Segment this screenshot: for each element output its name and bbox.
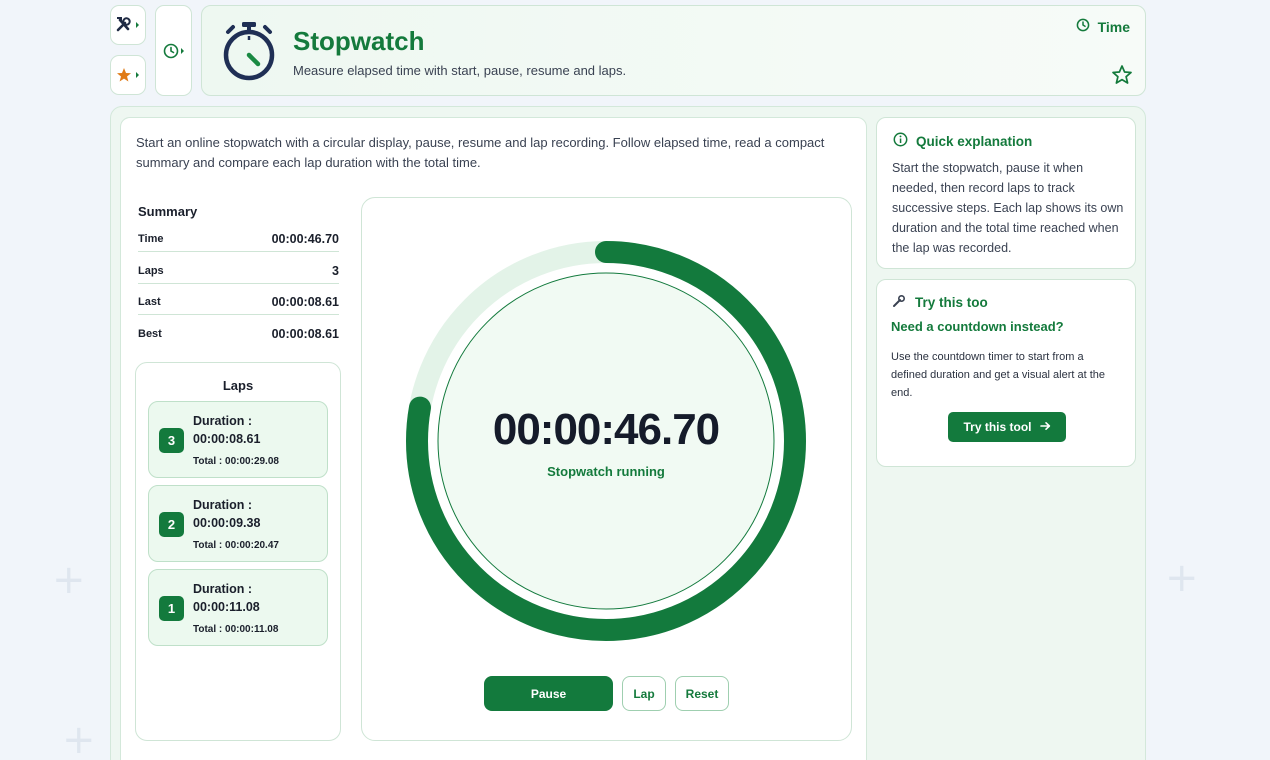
lap-duration-label: Duration :: [193, 414, 253, 428]
try-this-tool-button[interactable]: Try this tool: [948, 412, 1066, 442]
lap-total: Total : 00:00:20.47: [193, 540, 279, 551]
summary-value: 00:00:08.61: [271, 327, 339, 341]
star-outline-icon: [1111, 65, 1133, 90]
stopwatch-icon: [220, 20, 278, 87]
wrench-icon: [891, 293, 907, 312]
lap-number-badge: 1: [159, 596, 184, 621]
lap-duration-label: Duration :: [193, 498, 253, 512]
try-this-card: Try this too Need a countdown instead? U…: [876, 279, 1136, 467]
background-decoration: +: [62, 717, 96, 760]
try-this-title: Try this too: [915, 295, 988, 310]
laps-title: Laps: [222, 378, 254, 393]
summary-row-laps: Laps 3: [138, 258, 339, 284]
summary-row-time: Time 00:00:46.70: [138, 226, 339, 252]
info-icon: [893, 132, 908, 150]
summary-label: Last: [138, 295, 161, 308]
lap-total: Total : 00:00:11.08: [193, 624, 279, 635]
background-decoration: +: [1165, 555, 1199, 601]
lap-number-badge: 3: [159, 428, 184, 453]
lap-button[interactable]: Lap: [622, 676, 666, 711]
page-header: Stopwatch Measure elapsed time with star…: [201, 5, 1146, 96]
background-decoration: +: [52, 557, 86, 603]
arrow-right-icon: [1039, 420, 1051, 434]
summary-title: Summary: [138, 204, 198, 219]
lap-item: 2 Duration : 00:00:09.38 Total : 00:00:2…: [148, 485, 328, 562]
lap-duration: 00:00:08.61: [193, 432, 261, 446]
quick-explanation-card: Quick explanation Start the stopwatch, p…: [876, 117, 1136, 269]
summary-value: 3: [332, 263, 339, 278]
summary-value: 00:00:46.70: [271, 231, 339, 246]
pause-button[interactable]: Pause: [484, 676, 613, 711]
page-subtitle: Measure elapsed time with start, pause, …: [293, 63, 627, 78]
tools-icon: [115, 15, 141, 35]
lap-duration: 00:00:09.38: [193, 516, 261, 530]
try-this-subtitle: Need a countdown instead?: [891, 319, 1064, 334]
clock-icon: [1076, 18, 1090, 35]
history-button[interactable]: [155, 5, 192, 96]
lap-duration: 00:00:11.08: [193, 600, 260, 614]
category-label: Time: [1097, 18, 1130, 35]
clock-icon: [161, 41, 187, 61]
tools-button[interactable]: [110, 5, 146, 45]
lap-number-badge: 2: [159, 512, 184, 537]
lap-item: 1 Duration : 00:00:11.08 Total : 00:00:1…: [148, 569, 328, 646]
reset-button[interactable]: Reset: [675, 676, 729, 711]
lap-total: Total : 00:00:29.08: [193, 456, 279, 467]
page-title: Stopwatch: [293, 26, 425, 56]
try-this-text: Use the countdown timer to start from a …: [891, 351, 1106, 399]
star-icon: [115, 65, 141, 85]
lap-duration-label: Duration :: [193, 582, 253, 596]
quick-explanation-text: Start the stopwatch, pause it when neede…: [892, 161, 1124, 255]
try-this-tool-label: Try this tool: [963, 420, 1032, 434]
favorites-button[interactable]: [110, 55, 146, 95]
summary-label: Laps: [138, 264, 164, 277]
category-link[interactable]: Time: [1076, 18, 1130, 35]
summary-row-last: Last 00:00:08.61: [138, 289, 339, 315]
tool-intro: Start an online stopwatch with a circula…: [136, 135, 825, 170]
summary-row-best: Best 00:00:08.61: [138, 321, 339, 347]
quick-explanation-title: Quick explanation: [916, 133, 1033, 149]
summary-label: Best: [138, 328, 162, 340]
favorite-button[interactable]: [1111, 64, 1133, 91]
lap-item: 3 Duration : 00:00:08.61 Total : 00:00:2…: [148, 401, 328, 478]
summary-value: 00:00:08.61: [271, 294, 339, 309]
timer-status: Stopwatch running: [547, 464, 665, 479]
laps-panel: Laps 3 Duration : 00:00:08.61 Total : 00…: [135, 362, 341, 741]
elapsed-time-display: 00:00:46.70: [492, 405, 720, 454]
summary-label: Time: [138, 232, 164, 245]
